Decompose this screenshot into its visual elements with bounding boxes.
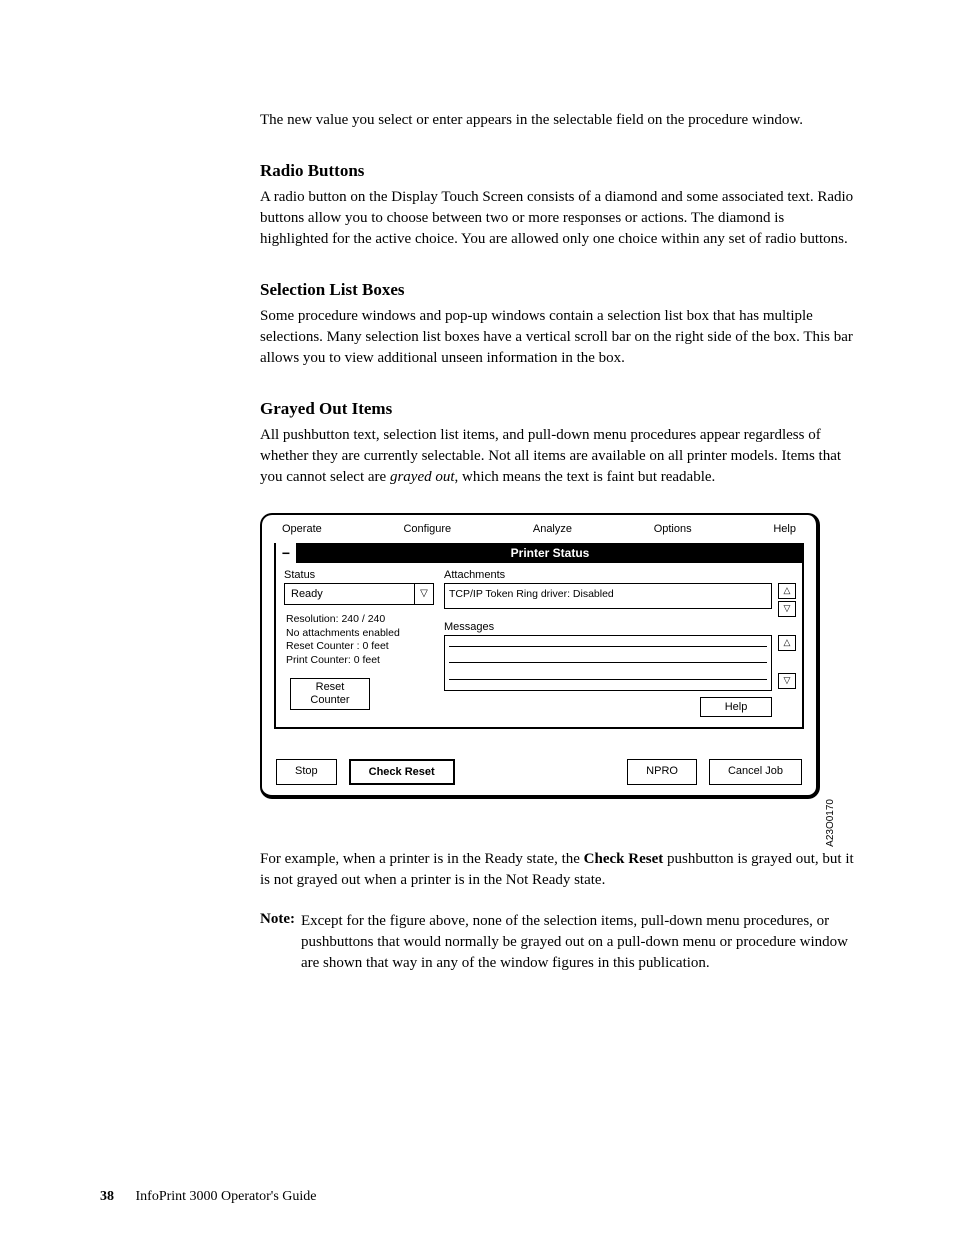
bottom-button-bar: Stop Check Reset NPRO Cancel Job [262, 737, 816, 795]
attachments-listbox[interactable]: TCP/IP Token Ring driver: Disabled [444, 583, 772, 609]
window-title: Printer Status [298, 543, 802, 563]
attachments-scrollbar: △ ▽ [778, 583, 794, 617]
heading-radio-buttons: Radio Buttons [260, 161, 854, 181]
check-reset-button[interactable]: Check Reset [349, 759, 455, 785]
status-info: Resolution: 240 / 240 No attachments ena… [286, 613, 434, 668]
heading-grayed-out-items: Grayed Out Items [260, 399, 854, 419]
info-print-counter: Print Counter: 0 feet [286, 654, 434, 668]
status-label: Status [284, 569, 434, 581]
scroll-down-icon[interactable]: ▽ [778, 601, 796, 617]
system-menu-icon[interactable]: − [276, 543, 298, 563]
menu-options[interactable]: Options [648, 521, 698, 537]
footer-title: InfoPrint 3000 Operator's Guide [136, 1189, 317, 1204]
printer-status-figure: Operate Configure Analyze Options Help −… [260, 513, 820, 799]
menubar: Operate Configure Analyze Options Help [262, 515, 816, 543]
scroll-down-icon[interactable]: ▽ [778, 673, 796, 689]
info-resolution: Resolution: 240 / 240 [286, 613, 434, 627]
chevron-down-icon[interactable]: ▽ [415, 584, 433, 604]
text-run: , which means the text is faint but read… [455, 469, 716, 485]
button-label-line2: Counter [310, 694, 349, 706]
text-strong: Check Reset [584, 851, 664, 867]
paragraph-example: For example, when a printer is in the Re… [260, 849, 854, 891]
paragraph-radio: A radio button on the Display Touch Scre… [260, 187, 854, 250]
paragraph-intro: The new value you select or enter appear… [260, 110, 854, 131]
menu-analyze[interactable]: Analyze [527, 521, 578, 537]
status-value: Ready [285, 584, 415, 604]
reset-counter-button[interactable]: Reset Counter [290, 678, 370, 710]
note-label: Note: [260, 911, 295, 928]
scroll-up-icon[interactable]: △ [778, 635, 796, 651]
note-block: Note: Except for the figure above, none … [260, 911, 854, 974]
text-emphasis: grayed out [390, 469, 455, 485]
cancel-job-button[interactable]: Cancel Job [709, 759, 802, 785]
page-number: 38 [100, 1189, 114, 1204]
figure-id: A23O0170 [825, 799, 836, 847]
info-attachments: No attachments enabled [286, 627, 434, 641]
messages-scrollbar: △ ▽ [778, 635, 794, 689]
menu-configure[interactable]: Configure [397, 521, 457, 537]
npro-button[interactable]: NPRO [627, 759, 697, 785]
text-run: For example, when a printer is in the Re… [260, 851, 584, 867]
heading-selection-list-boxes: Selection List Boxes [260, 280, 854, 300]
stop-button[interactable]: Stop [276, 759, 337, 785]
titlebar: − Printer Status [276, 543, 802, 563]
attachments-label: Attachments [444, 569, 794, 581]
paragraph-listbox: Some procedure windows and pop-up window… [260, 306, 854, 369]
note-text: Except for the figure above, none of the… [301, 911, 854, 974]
messages-label: Messages [444, 621, 794, 633]
button-label-line1: Reset [316, 681, 345, 693]
menu-help[interactable]: Help [767, 521, 802, 537]
status-dropdown[interactable]: Ready ▽ [284, 583, 434, 605]
help-button[interactable]: Help [700, 697, 772, 717]
menu-operate[interactable]: Operate [276, 521, 328, 537]
paragraph-grayed: All pushbutton text, selection list item… [260, 425, 854, 488]
scroll-up-icon[interactable]: △ [778, 583, 796, 599]
info-reset-counter: Reset Counter : 0 feet [286, 640, 434, 654]
messages-listbox[interactable] [444, 635, 772, 691]
page-footer: 38 InfoPrint 3000 Operator's Guide [100, 1189, 317, 1205]
